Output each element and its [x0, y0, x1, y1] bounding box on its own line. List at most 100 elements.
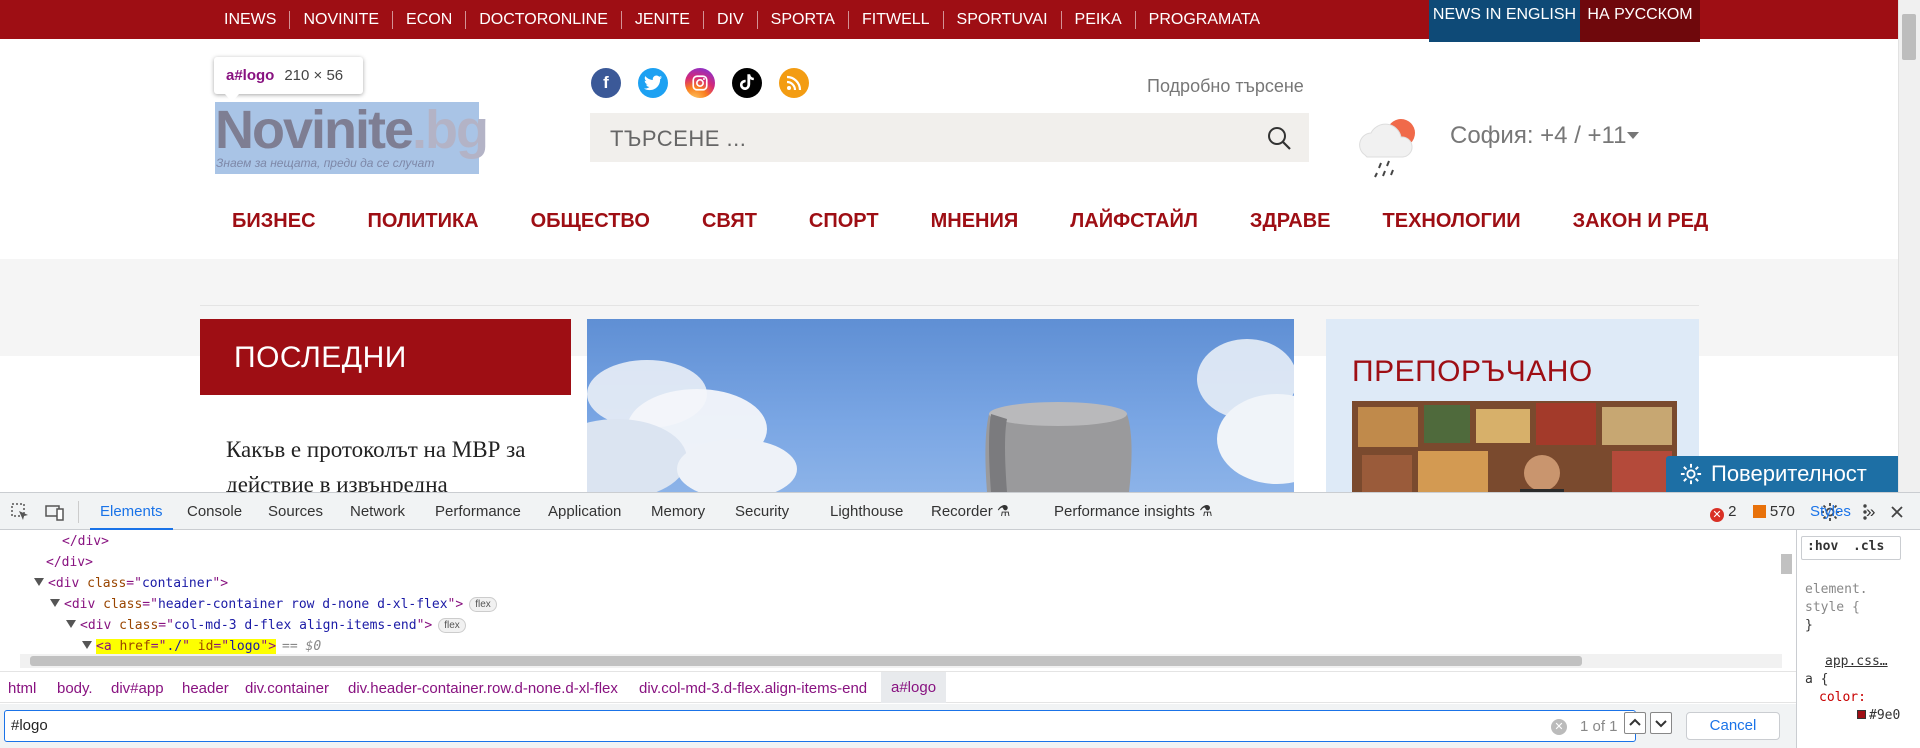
category-lifestyle[interactable]: ЛАЙФСТАЙЛ [1070, 210, 1198, 233]
find-previous-button[interactable] [1624, 712, 1646, 734]
divider [200, 305, 1699, 306]
tab-application[interactable]: Application [548, 493, 621, 530]
dom-line[interactable]: <div class="col-md-3 d-flex align-items-… [66, 615, 466, 637]
breadcrumb-container[interactable]: div.container [245, 680, 329, 697]
category-opinions[interactable]: МНЕНИЯ [931, 210, 1019, 233]
site-logo[interactable]: Novinite.bg Знаем за нещата, преди да се… [215, 100, 489, 174]
error-icon: ✕ [1710, 508, 1724, 522]
tab-network[interactable]: Network [350, 493, 405, 530]
breadcrumb-app[interactable]: div#app [111, 680, 164, 697]
breadcrumb-header[interactable]: header [182, 680, 229, 697]
nav-link-div[interactable]: DIV [702, 10, 757, 29]
tab-styles[interactable]: Styles [1810, 493, 1851, 530]
nav-link-econ[interactable]: ECON [392, 10, 465, 29]
cancel-button[interactable]: Cancel [1686, 712, 1780, 740]
logo-slogan: Знаем за нещата, преди да се случат [216, 156, 435, 170]
latest-news-title: ПОСЛЕДНИ [234, 341, 407, 374]
tab-elements[interactable]: Elements [90, 493, 172, 530]
find-input[interactable]: #logo ✕ 1 of 1 [4, 710, 1636, 742]
rss-icon[interactable] [779, 68, 809, 98]
nav-link-doctoronline[interactable]: DOCTORONLINE [465, 10, 621, 29]
flex-badge[interactable]: flex [438, 618, 466, 633]
inspect-element-icon[interactable] [10, 502, 30, 522]
category-technology[interactable]: ТЕХНОЛОГИИ [1383, 210, 1521, 233]
expand-triangle-icon[interactable] [66, 620, 76, 628]
flex-badge[interactable]: flex [469, 597, 497, 612]
dom-line[interactable]: </div> [62, 531, 109, 553]
category-politics[interactable]: ПОЛИТИКА [368, 210, 479, 233]
nav-link-sportuvai[interactable]: SPORTUVAI [942, 10, 1061, 29]
page-scrollbar[interactable] [1898, 0, 1920, 492]
twitter-icon[interactable] [638, 68, 668, 98]
dom-vertical-scrollbar[interactable] [1780, 536, 1792, 643]
breadcrumb-logo[interactable]: a#logo [881, 672, 947, 703]
tab-recorder[interactable]: Recorder ⚗ [931, 493, 1010, 530]
dom-horizontal-scroll-thumb[interactable] [30, 656, 1582, 666]
toolbar-divider [78, 501, 79, 523]
category-sport[interactable]: СПОРТ [809, 210, 879, 233]
cls-toggle[interactable]: .cls [1853, 539, 1884, 554]
category-health[interactable]: ЗДРАВЕ [1250, 210, 1331, 233]
recommended-article-image[interactable] [1352, 401, 1677, 492]
flask-icon: ⚗ [996, 503, 1011, 520]
element-style-open: style { [1805, 600, 1860, 615]
advanced-search-link[interactable]: Подробно търсене [1147, 76, 1304, 97]
dom-line[interactable]: <div class="container"> [34, 573, 228, 595]
tab-memory[interactable]: Memory [651, 493, 705, 530]
nav-link-peika[interactable]: PEIKA [1060, 10, 1135, 29]
expand-triangle-icon[interactable] [50, 599, 60, 607]
color-swatch[interactable] [1857, 710, 1866, 719]
breadcrumb-col[interactable]: div.col-md-3.d-flex.align-items-end [639, 680, 867, 697]
chevron-down-icon[interactable] [1627, 132, 1639, 139]
category-business[interactable]: БИЗНЕС [232, 210, 316, 233]
category-world[interactable]: СВЯТ [702, 210, 757, 233]
weather-rain-sun-icon [1359, 119, 1415, 178]
expand-triangle-icon[interactable] [34, 578, 44, 586]
tab-performance-insights[interactable]: Performance insights ⚗ [1054, 493, 1213, 530]
dom-vertical-scroll-thumb[interactable] [1781, 554, 1792, 574]
featured-article-image[interactable] [587, 319, 1294, 492]
privacy-settings-button[interactable]: Поверителност [1666, 456, 1898, 492]
nav-link-novinite[interactable]: NOVINITE [289, 10, 392, 29]
tab-sources[interactable]: Sources [268, 493, 323, 530]
dom-line[interactable]: </div> [46, 552, 93, 574]
tab-security[interactable]: Security [735, 493, 789, 530]
category-society[interactable]: ОБЩЕСТВО [531, 210, 650, 233]
chevron-down-icon [1655, 720, 1667, 728]
weather-city-dropdown[interactable]: София: +4 / +11 [1450, 122, 1626, 150]
facebook-icon[interactable]: f [591, 68, 621, 98]
device-toolbar-icon[interactable] [45, 502, 65, 522]
category-law[interactable]: ЗАКОН И РЕД [1573, 210, 1709, 233]
search-input[interactable]: ТЪРСЕНЕ ... [610, 126, 746, 152]
issues-counter[interactable]: ✕ 2 570 [1710, 503, 1795, 522]
russian-link[interactable]: НА РУССКОМ [1580, 0, 1700, 42]
tiktok-icon[interactable] [732, 68, 762, 98]
breadcrumb-header-container[interactable]: div.header-container.row.d-none.d-xl-fle… [348, 680, 618, 697]
more-tabs-icon[interactable]: » [1866, 493, 1875, 530]
expand-triangle-icon[interactable] [82, 641, 92, 649]
tab-lighthouse[interactable]: Lighthouse [830, 493, 903, 530]
nav-link-sporta[interactable]: SPORTA [756, 10, 848, 29]
clear-icon[interactable]: ✕ [1551, 719, 1567, 735]
stylesheet-source-link[interactable]: app.css… [1825, 654, 1888, 669]
hov-toggle[interactable]: :hov [1807, 539, 1838, 554]
css-value[interactable]: #9e0 [1857, 708, 1900, 723]
nav-link-fitwell[interactable]: FITWELL [847, 10, 943, 29]
search-icon[interactable] [1266, 125, 1292, 151]
gear-icon [1680, 463, 1702, 485]
instagram-icon[interactable] [685, 68, 715, 98]
page-scrollbar-thumb[interactable] [1902, 14, 1916, 60]
dom-line[interactable]: <div class="header-container row d-none … [50, 594, 497, 616]
breadcrumb-body[interactable]: body. [57, 680, 93, 697]
css-property[interactable]: color: [1819, 690, 1866, 705]
tab-console[interactable]: Console [187, 493, 242, 530]
nav-link-programata[interactable]: PROGRAMATA [1134, 10, 1273, 29]
breadcrumb-html[interactable]: html [8, 680, 36, 697]
nav-link-jenite[interactable]: JENITE [620, 10, 703, 29]
logo-wordmark: Novinite.bg [215, 100, 489, 160]
nav-link-inews[interactable]: INEWS [211, 11, 289, 29]
news-in-english-link[interactable]: NEWS IN ENGLISH [1429, 0, 1580, 42]
find-next-button[interactable] [1650, 712, 1672, 734]
tab-performance[interactable]: Performance [435, 493, 521, 530]
search-bar[interactable]: ТЪРСЕНЕ ... [590, 113, 1309, 162]
